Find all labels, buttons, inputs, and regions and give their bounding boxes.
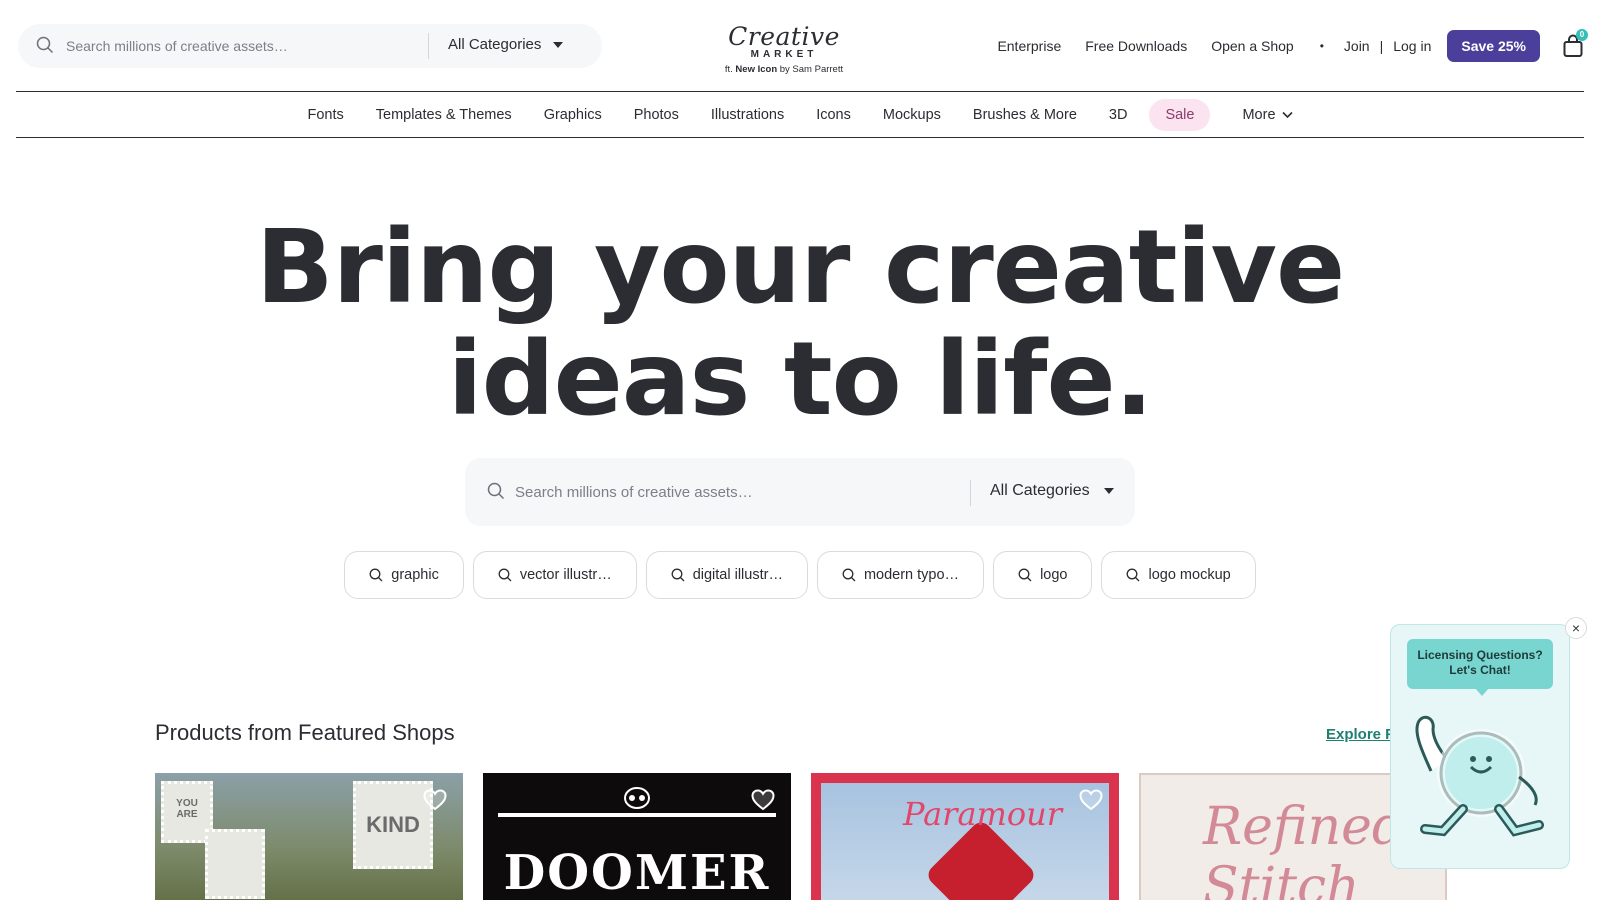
- suggestion-chip[interactable]: vector illustr…: [472, 551, 637, 599]
- search-icon: [498, 568, 512, 582]
- suggestion-chip[interactable]: logo: [993, 551, 1093, 599]
- product-card[interactable]: Paramour: [811, 773, 1119, 900]
- close-icon[interactable]: ×: [1565, 617, 1587, 639]
- search-icon: [36, 36, 54, 54]
- hero: Bring your creative ideas to life.: [0, 212, 1600, 436]
- header-category-dropdown[interactable]: All Categories: [448, 36, 564, 53]
- suggestion-chip[interactable]: graphic: [344, 551, 464, 599]
- search-icon: [369, 568, 383, 582]
- category-nav: Fonts Templates & Themes Graphics Photos…: [16, 92, 1584, 138]
- search-icon: [1127, 568, 1140, 582]
- search-divider: [428, 33, 429, 59]
- open-shop-link[interactable]: Open a Shop: [1211, 38, 1294, 54]
- header-search-input[interactable]: [66, 35, 416, 57]
- suggestion-label: graphic: [391, 567, 439, 583]
- nav-icons[interactable]: Icons: [800, 99, 867, 131]
- hero-headline-line2: ideas to life.: [447, 320, 1154, 439]
- product-grid: YOU ARE KIND DOOMER Paramour Refined Sti…: [155, 773, 1447, 900]
- nav-dot: •: [1319, 39, 1324, 53]
- logo-credit: ft. New Icon by Sam Parrett: [716, 64, 852, 75]
- hero-category-dropdown[interactable]: All Categories: [990, 482, 1114, 500]
- search-suggestions: graphic vector illustr… digital illustr……: [0, 551, 1600, 599]
- card-thumbnail-lace: [205, 829, 265, 899]
- cart-count-badge: 0: [1576, 29, 1588, 41]
- nav-more-label: More: [1242, 106, 1276, 123]
- product-card[interactable]: YOU ARE KIND: [155, 773, 463, 900]
- chevron-down-icon: [1281, 111, 1293, 118]
- suggestion-chip[interactable]: modern typo…: [816, 551, 985, 599]
- search-divider: [970, 480, 971, 506]
- logo-credit-prefix: ft.: [724, 64, 736, 75]
- suggestion-label: modern typo…: [863, 567, 960, 583]
- card-thumbnail-title: Refined Stitch: [1203, 797, 1406, 900]
- nav-templates[interactable]: Templates & Themes: [360, 99, 528, 131]
- caret-down-icon: [553, 41, 564, 48]
- skull-icon: [624, 787, 650, 809]
- logo-credit-author: by Sam Parrett: [777, 64, 844, 75]
- hero-headline: Bring your creative ideas to life.: [0, 212, 1600, 436]
- save-25-button[interactable]: Save 25%: [1447, 30, 1540, 62]
- card-thumbnail-title: Paramour: [903, 795, 1063, 833]
- category-dropdown-label: All Categories: [990, 482, 1090, 499]
- heart-icon[interactable]: [1079, 789, 1103, 811]
- chat-widget[interactable]: × Licensing Questions? Let's Chat!: [1390, 617, 1587, 869]
- nav-sale[interactable]: Sale: [1149, 98, 1211, 131]
- nav-illustrations[interactable]: Illustrations: [695, 99, 800, 131]
- search-icon: [671, 568, 685, 582]
- cart-button[interactable]: 0: [1562, 29, 1588, 58]
- heart-icon[interactable]: [751, 789, 775, 811]
- enterprise-link[interactable]: Enterprise: [997, 38, 1061, 54]
- heart-icon[interactable]: [423, 789, 447, 811]
- suggestion-label: logo: [1040, 567, 1068, 583]
- header-search-bar: All Categories: [18, 24, 602, 68]
- nav-fonts[interactable]: Fonts: [291, 99, 359, 131]
- explore-link[interactable]: Explore F: [1326, 726, 1394, 743]
- top-nav: Enterprise Free Downloads Open a Shop • …: [997, 29, 1588, 62]
- hero-search-input[interactable]: [515, 481, 935, 503]
- search-icon: [1018, 568, 1032, 582]
- free-downloads-link[interactable]: Free Downloads: [1085, 38, 1187, 54]
- suggestion-label: digital illustr…: [692, 567, 783, 583]
- card-thumbnail-title: DOOMER: [503, 845, 771, 900]
- chat-bubble[interactable]: Licensing Questions? Let's Chat!: [1407, 639, 1553, 696]
- suggestion-label: logo mockup: [1148, 567, 1231, 583]
- nav-graphics[interactable]: Graphics: [528, 99, 618, 131]
- chat-bubble-line2: Let's Chat!: [1449, 663, 1511, 677]
- nav-3d[interactable]: 3D: [1093, 99, 1144, 131]
- card-thumbnail-lace: KIND: [353, 781, 433, 869]
- suggestion-chip[interactable]: digital illustr…: [645, 551, 808, 599]
- logo-script: Creative: [728, 22, 840, 51]
- nav-photos[interactable]: Photos: [618, 99, 695, 131]
- nav-separator: |: [1379, 38, 1384, 54]
- caret-down-icon: [1103, 488, 1114, 494]
- category-dropdown-label: All Categories: [448, 36, 542, 53]
- suggestion-chip[interactable]: logo mockup: [1101, 551, 1256, 599]
- creative-market-logo[interactable]: Creative MARKET ft. New Icon by Sam Parr…: [716, 22, 852, 75]
- top-header: All Categories Creative MARKET ft. New I…: [16, 0, 1588, 92]
- logo-credit-name: New Icon: [735, 64, 778, 75]
- search-icon: [487, 482, 505, 500]
- nav-brushes[interactable]: Brushes & More: [957, 99, 1093, 131]
- featured-section-title: Products from Featured Shops: [155, 720, 455, 745]
- card-thumbnail-ornament: [498, 813, 776, 817]
- mascot-illustration: [1415, 715, 1544, 837]
- login-link[interactable]: Log in: [1393, 38, 1431, 54]
- hero-search-bar: All Categories: [465, 458, 1135, 526]
- join-link[interactable]: Join: [1344, 38, 1370, 54]
- search-icon: [842, 568, 856, 582]
- nav-mockups[interactable]: Mockups: [867, 99, 957, 131]
- hero-headline-line1: Bring your creative: [255, 208, 1345, 327]
- suggestion-label: vector illustr…: [519, 567, 612, 583]
- chat-bubble-line1: Licensing Questions?: [1417, 648, 1543, 662]
- nav-more[interactable]: More: [1226, 99, 1308, 131]
- product-card[interactable]: DOOMER: [483, 773, 791, 900]
